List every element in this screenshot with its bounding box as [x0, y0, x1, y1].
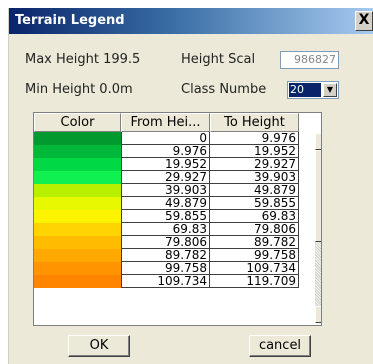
to-height-cell[interactable]: 109.734 [210, 262, 299, 275]
from-height-cell[interactable]: 69.83 [121, 223, 210, 236]
table-row[interactable]: 69.83 79.806 [34, 223, 321, 236]
color-swatch[interactable] [34, 132, 121, 145]
color-swatch[interactable] [34, 171, 121, 184]
class-number-label: Class Numbe [181, 82, 267, 97]
table-row[interactable]: 79.806 89.782 [34, 236, 321, 249]
to-height-cell[interactable]: 29.927 [210, 158, 299, 171]
height-scale-label: Height Scal [181, 52, 256, 67]
to-height-cell[interactable]: 39.903 [210, 171, 299, 184]
from-height-cell[interactable]: 109.734 [121, 275, 210, 288]
arrow-up-icon[interactable]: ▲ [315, 133, 321, 150]
color-swatch[interactable] [34, 275, 121, 288]
to-height-cell[interactable]: 79.806 [210, 223, 299, 236]
table-row[interactable]: 29.927 39.903 [34, 171, 321, 184]
ok-button[interactable]: OK [68, 335, 130, 357]
height-scale-input[interactable]: 986827 [280, 51, 339, 69]
table-row[interactable]: 109.734 119.709 [34, 275, 321, 288]
from-height-cell[interactable]: 19.952 [121, 158, 210, 171]
table-row[interactable]: 19.952 29.927 [34, 158, 321, 171]
terrain-legend-dialog: Terrain Legend X Max Height 199.5 Height… [8, 8, 373, 364]
to-height-cell[interactable]: 69.83 [210, 210, 299, 223]
chevron-down-icon[interactable]: ▼ [323, 83, 337, 97]
from-height-cell[interactable]: 39.903 [121, 184, 210, 197]
min-height-label: Min Height 0.0m [25, 82, 133, 97]
scrollbar-thumb[interactable] [315, 150, 321, 242]
color-swatch[interactable] [34, 184, 121, 197]
column-header-to-height[interactable]: To Height [210, 113, 299, 132]
vertical-scrollbar[interactable]: ▲ ▼ [315, 133, 321, 323]
color-swatch[interactable] [34, 262, 121, 275]
to-height-cell[interactable]: 49.879 [210, 184, 299, 197]
to-height-cell[interactable]: 89.782 [210, 236, 299, 249]
color-swatch[interactable] [34, 210, 121, 223]
to-height-cell[interactable]: 59.855 [210, 197, 299, 210]
color-swatch[interactable] [34, 158, 121, 171]
table-row[interactable]: 0 9.976 [34, 132, 321, 145]
scrollbar-track[interactable] [315, 242, 321, 306]
color-swatch[interactable] [34, 249, 121, 262]
from-height-cell[interactable]: 59.855 [121, 210, 210, 223]
table-row[interactable]: 39.903 49.879 [34, 184, 321, 197]
max-height-label: Max Height 199.5 [25, 52, 141, 67]
arrow-down-icon[interactable]: ▼ [315, 306, 321, 323]
color-swatch[interactable] [34, 236, 121, 249]
table-row[interactable]: 99.758 109.734 [34, 262, 321, 275]
table-row[interactable]: 49.879 59.855 [34, 197, 321, 210]
from-height-cell[interactable]: 0 [121, 132, 210, 145]
table-row[interactable]: 59.855 69.83 [34, 210, 321, 223]
from-height-cell[interactable]: 99.758 [121, 262, 210, 275]
close-button[interactable]: X [355, 11, 373, 31]
window-title: Terrain Legend [15, 13, 125, 28]
to-height-cell[interactable]: 99.758 [210, 249, 299, 262]
color-swatch[interactable] [34, 197, 121, 210]
title-bar[interactable]: Terrain Legend [9, 8, 373, 34]
from-height-cell[interactable]: 79.806 [121, 236, 210, 249]
to-height-cell[interactable]: 19.952 [210, 145, 299, 158]
cancel-button[interactable]: cancel [249, 335, 311, 357]
class-number-select[interactable]: 20 ▼ [287, 81, 339, 99]
table-row[interactable]: 89.782 99.758 [34, 249, 321, 262]
from-height-cell[interactable]: 89.782 [121, 249, 210, 262]
to-height-cell[interactable]: 119.709 [210, 275, 299, 288]
color-swatch[interactable] [34, 145, 121, 158]
from-height-cell[interactable]: 29.927 [121, 171, 210, 184]
color-swatch[interactable] [34, 223, 121, 236]
from-height-cell[interactable]: 49.879 [121, 197, 210, 210]
from-height-cell[interactable]: 9.976 [121, 145, 210, 158]
column-header-from-height[interactable]: From Hei... [121, 113, 210, 132]
legend-table: Color From Hei... To Height 0 9.976 9.976 1… [33, 112, 322, 326]
to-height-cell[interactable]: 9.976 [210, 132, 299, 145]
table-header: Color From Hei... To Height [34, 113, 321, 132]
class-number-value: 20 [289, 83, 321, 97]
table-row[interactable]: 9.976 19.952 [34, 145, 321, 158]
column-header-color[interactable]: Color [34, 113, 121, 132]
